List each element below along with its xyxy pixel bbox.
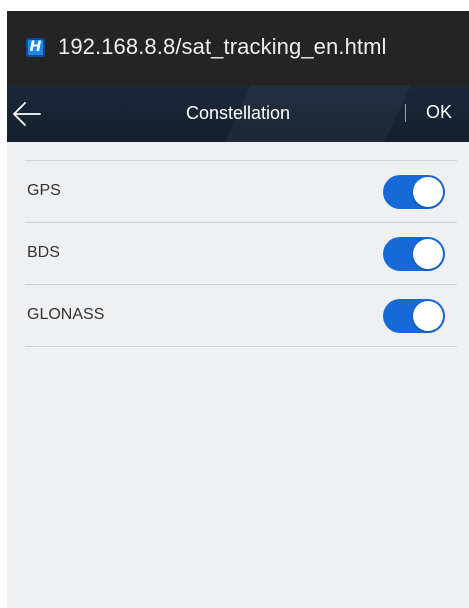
glonass-toggle[interactable] <box>383 299 445 333</box>
toggle-knob <box>413 177 443 207</box>
url-text[interactable]: 192.168.8.8/sat_tracking_en.html <box>58 33 387 61</box>
list-item-gps: GPS <box>25 161 457 223</box>
app-header: Constellation OK <box>7 85 469 142</box>
page-title: Constellation <box>185 103 291 123</box>
constellation-list: GPS BDS GLONASS <box>25 160 457 347</box>
ok-button[interactable]: OK <box>417 100 461 124</box>
browser-url-bar: H 192.168.8.8/sat_tracking_en.html <box>7 11 469 85</box>
header-divider <box>405 104 406 122</box>
list-item-glonass: GLONASS <box>25 285 457 347</box>
list-item-label: GLONASS <box>27 306 105 323</box>
toggle-knob <box>413 239 443 269</box>
toggle-knob <box>413 301 443 331</box>
list-item-bds: BDS <box>25 223 457 285</box>
list-item-label: GPS <box>27 182 61 199</box>
device-screen: H 192.168.8.8/sat_tracking_en.html Const… <box>7 11 469 608</box>
bds-toggle[interactable] <box>383 237 445 271</box>
list-item-label: BDS <box>27 244 60 261</box>
gps-toggle[interactable] <box>383 175 445 209</box>
site-favicon-icon: H <box>26 38 45 57</box>
